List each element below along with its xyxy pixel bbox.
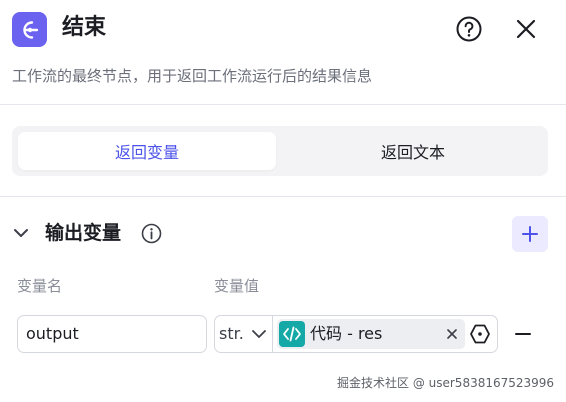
column-label-variable-value: 变量值 [214, 277, 260, 295]
watermark: 掘金技术社区 @ user5838167523996 [337, 376, 555, 390]
info-icon[interactable] [141, 223, 162, 244]
section-title: 输出变量 [45, 222, 122, 244]
panel-header: 结束 [0, 0, 566, 58]
chevron-down-icon [252, 330, 266, 338]
reference-label: 代码 - res [310, 324, 383, 343]
node-description: 工作流的最终节点，用于返回工作流运行后的结果信息 [12, 67, 373, 85]
output-variables-section: 输出变量 [0, 214, 566, 254]
tab-return-text[interactable]: 返回文本 [284, 132, 542, 170]
variable-name-input[interactable]: output [17, 315, 207, 353]
variable-reference-chip[interactable]: 代码 - res [277, 319, 465, 349]
add-variable-button[interactable] [512, 216, 548, 252]
variable-value-field: str. 代码 - res [214, 315, 498, 353]
column-label-variable-name: 变量名 [17, 277, 63, 295]
type-select[interactable]: str. [215, 316, 273, 352]
type-select-value: str. [219, 324, 244, 343]
return-mode-tabs: 返回变量 返回文本 [12, 126, 548, 176]
minus-icon [515, 333, 531, 335]
remove-variable-button[interactable] [512, 323, 534, 345]
clear-reference-icon[interactable] [445, 327, 459, 341]
plus-icon [522, 226, 538, 242]
tab-return-variables[interactable]: 返回变量 [18, 132, 276, 170]
end-node-icon [12, 12, 47, 47]
close-icon[interactable] [514, 17, 538, 41]
divider [0, 196, 566, 197]
code-icon [279, 321, 305, 347]
node-title: 结束 [62, 15, 107, 40]
chevron-down-icon[interactable] [11, 223, 31, 243]
divider [0, 104, 566, 105]
help-icon[interactable] [456, 16, 482, 42]
variable-picker-icon[interactable] [469, 323, 491, 345]
